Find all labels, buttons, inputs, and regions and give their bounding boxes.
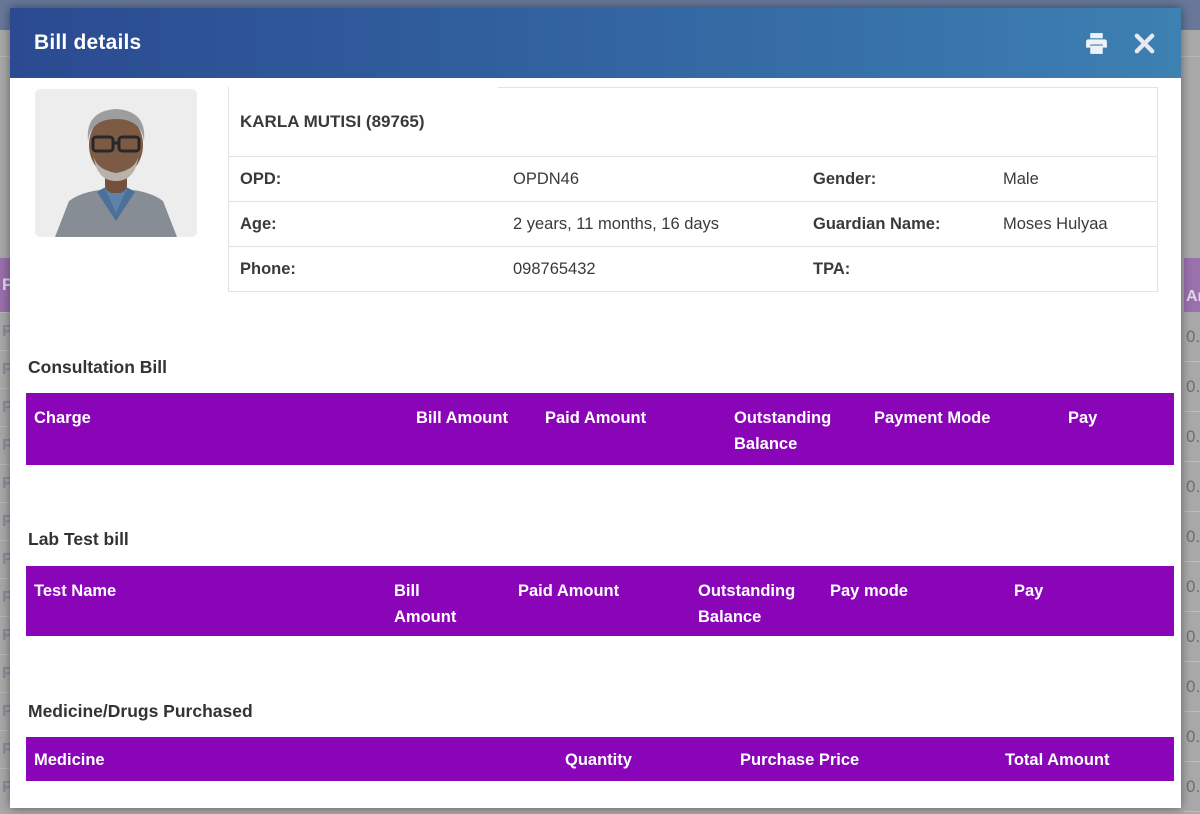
medicine-header-row: Medicine Quantity Purchase Price Total A… [26,737,1174,781]
close-icon[interactable] [1131,30,1157,56]
modal-header: Bill details [10,8,1181,78]
col-bill-amount: Bill Amount [408,393,537,465]
background-row-text: 0. [1184,462,1200,512]
background-row-text: 0. [1184,362,1200,412]
col-outstanding-balance: Outstanding Balance [690,566,822,636]
guardian-value: Moses Hulyaa [1003,215,1157,234]
background-row-text: 0. [1184,662,1200,712]
background-row-text: 0. [1184,762,1200,812]
col-purchase-price: Purchase Price [732,737,997,781]
opd-label: OPD: [229,170,513,189]
phone-label: Phone: [229,260,513,279]
col-pay: Pay [1006,566,1174,636]
screen: P PPPPPPPPPPPPP An 0.0.0.0.0.0.0.0.0.0. … [0,0,1200,814]
consultation-bill-header-row: Charge Bill Amount Paid Amount Outstandi… [26,393,1174,465]
patient-photo [35,89,197,237]
opd-value: OPDN46 [513,170,813,189]
lab-test-bill-heading: Lab Test bill [28,529,129,550]
tpa-label: TPA: [813,260,1003,279]
gender-label: Gender: [813,170,1003,189]
col-test-name: Test Name [26,566,386,636]
col-medicine: Medicine [26,737,557,781]
background-right-rows: 0.0.0.0.0.0.0.0.0.0. [1184,312,1200,812]
gender-value: Male [1003,170,1157,189]
col-outstanding-balance: Outstanding Balance [726,393,866,465]
col-bill-amount: Bill Amount [386,566,510,636]
col-pay-mode: Pay mode [822,566,1006,636]
patient-info-table: KARLA MUTISI (89765) OPD: OPDN46 Gender:… [228,87,1158,292]
medicine-drugs-heading: Medicine/Drugs Purchased [28,701,253,722]
age-label: Age: [229,215,513,234]
col-paid-amount: Paid Amount [510,566,690,636]
col-payment-mode: Payment Mode [866,393,1060,465]
background-right-table-strip: An 0.0.0.0.0.0.0.0.0.0. [1184,258,1200,814]
consultation-bill-heading: Consultation Bill [28,357,167,378]
phone-value: 098765432 [513,260,813,279]
bill-details-modal: Bill details [10,8,1181,808]
patient-name-row: KARLA MUTISI (89765) [228,87,1158,157]
info-row-opd: OPD: OPDN46 Gender: Male [228,157,1158,202]
col-pay: Pay [1060,393,1174,465]
guardian-label: Guardian Name: [813,215,1003,234]
patient-name-spacer [498,87,1158,157]
age-value: 2 years, 11 months, 16 days [513,215,813,234]
background-row-text: 0. [1184,612,1200,662]
modal-title: Bill details [34,31,141,55]
background-row-text: 0. [1184,312,1200,362]
background-row-text: 0. [1184,412,1200,462]
background-right-column-header: An [1184,258,1200,312]
col-total-amount: Total Amount [997,737,1174,781]
patient-name: KARLA MUTISI (89765) [228,87,498,157]
lab-test-bill-header-row: Test Name Bill Amount Paid Amount Outsta… [26,566,1174,636]
info-row-age: Age: 2 years, 11 months, 16 days Guardia… [228,202,1158,247]
col-paid-amount: Paid Amount [537,393,726,465]
background-row-text: 0. [1184,712,1200,762]
col-charge: Charge [26,393,408,465]
col-quantity: Quantity [557,737,732,781]
print-icon[interactable] [1083,30,1109,56]
background-row-text: 0. [1184,562,1200,612]
background-row-text: 0. [1184,512,1200,562]
info-row-phone: Phone: 098765432 TPA: [228,247,1158,292]
